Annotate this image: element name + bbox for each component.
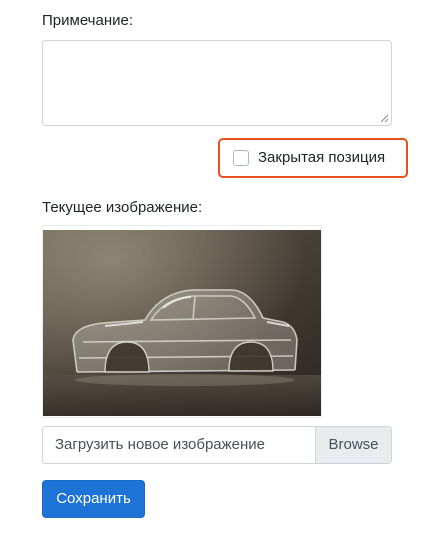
note-label: Примечание: xyxy=(42,12,133,29)
car-body-photo xyxy=(43,230,321,416)
save-button[interactable]: Сохранить xyxy=(42,480,145,518)
current-image-label: Текущее изображение: xyxy=(42,199,203,216)
browse-button[interactable]: Browse xyxy=(315,427,391,463)
note-textarea[interactable] xyxy=(42,40,392,126)
current-image xyxy=(42,225,322,418)
upload-image-placeholder[interactable]: Загрузить новое изображение xyxy=(43,427,315,463)
closed-position-label[interactable]: Закрытая позиция xyxy=(258,149,385,167)
resize-grip-icon[interactable] xyxy=(380,114,389,123)
upload-image-input[interactable]: Загрузить новое изображение Browse xyxy=(42,426,392,464)
closed-position-checkbox-group[interactable]: Закрытая позиция xyxy=(218,138,408,178)
closed-position-checkbox[interactable] xyxy=(233,150,249,166)
edit-form: Примечание: Закрытая позиция Текущее изо… xyxy=(0,0,434,535)
